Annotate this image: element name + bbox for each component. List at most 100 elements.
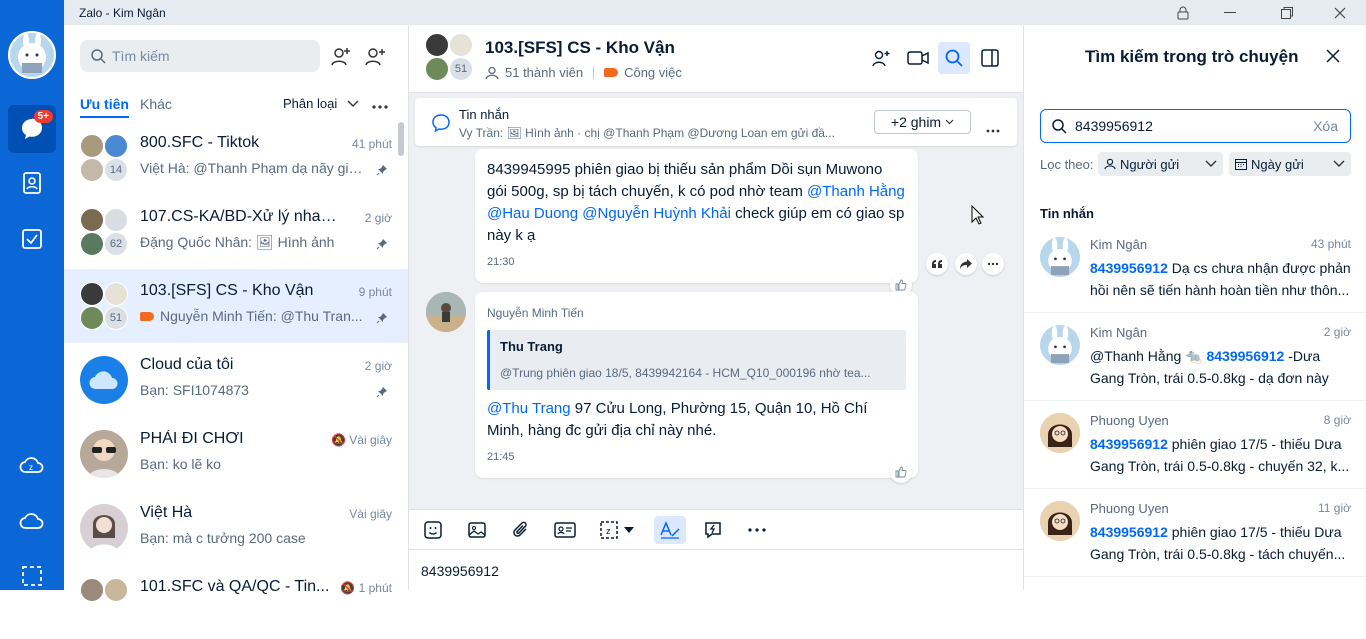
more-actions-button[interactable] xyxy=(982,253,1004,275)
mention-link[interactable]: @Thu Trang xyxy=(487,400,571,417)
nav-contacts[interactable] xyxy=(8,159,56,207)
more-pins-button[interactable]: +2 ghim xyxy=(874,110,971,134)
more-options-button[interactable] xyxy=(743,516,771,544)
tab-other[interactable]: Khác xyxy=(140,96,172,112)
nav-zcloud[interactable]: z xyxy=(8,441,56,489)
conversation-item-selected[interactable]: 51 103.[SFS] CS - Kho Vận 9 phút Nguyễn … xyxy=(64,269,408,343)
search-query: 8439956912 xyxy=(1075,118,1153,134)
user-avatar[interactable] xyxy=(8,31,56,79)
close-icon[interactable] xyxy=(1322,0,1358,25)
mention-link[interactable]: @Hau Duong xyxy=(487,205,578,222)
add-user-icon xyxy=(872,50,890,67)
tab-priority[interactable]: Ưu tiên xyxy=(80,96,129,118)
lock-icon[interactable] xyxy=(1165,0,1201,25)
classify-dropdown[interactable]: Phân loại xyxy=(283,96,359,111)
search-input[interactable]: Tìm kiếm xyxy=(80,40,320,72)
quoted-message[interactable]: Thu Trang @Trung phiên giao 18/5, 843994… xyxy=(487,330,906,390)
conversation-time: 🔕 1 phút xyxy=(340,581,392,595)
conversation-name: Cloud của tôi xyxy=(140,356,234,373)
result-time: 2 giờ xyxy=(1323,325,1351,339)
conversation-name: 107.CS-KA/BD-Xử lý nhanh k... xyxy=(140,208,340,225)
result-highlight: 8439956912 xyxy=(1206,348,1285,364)
conversation-item[interactable]: PHẢI ĐI CHƠI 🔕 Vài giây Bạn: ko lẽ ko xyxy=(64,417,408,491)
contact-card-button[interactable] xyxy=(551,516,579,544)
maximize-icon[interactable] xyxy=(1269,0,1305,25)
more-options-icon[interactable] xyxy=(372,96,388,112)
label-text[interactable]: Công việc xyxy=(624,65,682,80)
nav-todo[interactable] xyxy=(8,215,56,263)
member-count-text[interactable]: 51 thành viên xyxy=(505,65,583,80)
mention-link[interactable]: @Nguyễn Huỳnh Khải xyxy=(582,205,731,222)
result-highlight: 8439956912 xyxy=(1090,260,1168,276)
filter-label: Lọc theo: xyxy=(1040,157,1094,172)
format-text-button[interactable] xyxy=(654,516,686,544)
result-sender: Phuong Uyen xyxy=(1090,501,1169,516)
attach-button[interactable] xyxy=(507,516,535,544)
create-group-icon[interactable] xyxy=(365,45,389,69)
chevron-down-icon xyxy=(624,527,634,533)
clear-search-button[interactable]: Xóa xyxy=(1313,118,1338,134)
image-button[interactable] xyxy=(463,516,491,544)
member-count: 14 xyxy=(104,158,128,182)
search-result-item[interactable]: Kim Ngân 2 giờ @Thanh Hằng 🐀 8439956912 … xyxy=(1024,313,1366,401)
conversation-preview: Nguyễn Minh Tiến: @Thu Tran... xyxy=(140,308,370,324)
result-sender: Phuong Uyen xyxy=(1090,413,1169,428)
group-avatar[interactable]: 51 xyxy=(425,33,473,81)
filter-date-dropdown[interactable]: Ngày gửi xyxy=(1229,152,1351,176)
sticker-button[interactable] xyxy=(419,516,447,544)
screenshot-button[interactable]: z xyxy=(595,516,639,544)
classify-label: Phân loại xyxy=(283,96,338,111)
search-result-item[interactable]: Phuong Uyen 11 giờ 8439956912 phiên giao… xyxy=(1024,489,1366,577)
chat-title[interactable]: 103.[SFS] CS - Kho Vận xyxy=(485,38,675,58)
conversation-time: 2 giờ xyxy=(364,211,392,225)
search-input[interactable]: 8439956912 Xóa xyxy=(1040,109,1351,143)
conversation-item[interactable]: Cloud của tôi 2 giờ Bạn: SFI1074873 xyxy=(64,343,408,417)
results-section-title: Tin nhắn xyxy=(1040,206,1094,221)
nav-messages[interactable]: 5+ xyxy=(8,105,56,153)
mention-link[interactable]: @Thanh Hằng xyxy=(807,183,905,200)
toggle-info-button[interactable] xyxy=(974,42,1006,74)
mute-icon: 🔕 xyxy=(331,433,350,447)
contact-card-icon xyxy=(554,522,576,538)
sender-avatar[interactable] xyxy=(426,292,466,332)
minimize-icon[interactable] xyxy=(1212,0,1248,25)
conversation-tabs: Ưu tiên Khác Phân loại xyxy=(80,96,393,118)
avatar xyxy=(80,504,128,552)
filter-sender-dropdown[interactable]: Người gửi xyxy=(1098,152,1223,176)
close-icon[interactable] xyxy=(1326,49,1340,66)
user-icon xyxy=(1104,158,1116,170)
sender-name: Nguyễn Minh Tiến xyxy=(487,306,584,320)
search-result-item[interactable]: Phuong Uyen 8 giờ 8439956912 phiên giao … xyxy=(1024,401,1366,489)
scrollbar[interactable] xyxy=(398,122,404,156)
message-bubble[interactable]: 8439945995 phiên giao bị thiếu sản phẩm … xyxy=(475,149,918,283)
forward-button[interactable] xyxy=(955,253,977,275)
add-friend-icon[interactable] xyxy=(330,45,354,69)
more-options-icon[interactable] xyxy=(986,120,1000,136)
pinned-message-bar[interactable]: Tin nhắn Vy Trần: 🖼 Hình ảnh · chị @Than… xyxy=(415,98,1017,146)
screenshot-icon xyxy=(22,566,42,586)
video-call-button[interactable] xyxy=(902,42,934,74)
like-reaction-button[interactable] xyxy=(890,461,912,483)
nav-screenshot[interactable] xyxy=(8,552,56,600)
conversation-item[interactable]: 14 800.SFC - Tiktok 41 phút Việt Hà: @Th… xyxy=(64,121,408,195)
search-icon xyxy=(945,49,963,67)
message-bubble[interactable]: Nguyễn Minh Tiến Thu Trang @Trung phiên … xyxy=(475,292,918,478)
add-member-button[interactable] xyxy=(865,42,897,74)
quote-button[interactable] xyxy=(926,253,948,275)
result-time: 43 phút xyxy=(1310,237,1351,251)
search-chat-button[interactable] xyxy=(938,42,970,74)
conversation-preview: Đặng Quốc Nhân: 🖼 Hình ảnh xyxy=(140,234,335,250)
zcloud-icon: z xyxy=(19,457,44,473)
svg-text:z: z xyxy=(29,463,33,472)
conversation-item[interactable]: Việt Hà Vài giây Bạn: mà c tưởng 200 cas… xyxy=(64,491,408,565)
quick-message-button[interactable] xyxy=(699,516,727,544)
video-icon xyxy=(907,51,929,65)
message-input[interactable]: 8439956912 xyxy=(421,563,499,579)
conversation-item[interactable]: 62 107.CS-KA/BD-Xử lý nhanh k... 2 giờ Đ… xyxy=(64,195,408,269)
conversation-name: PHẢI ĐI CHƠI xyxy=(140,430,244,447)
nav-cloud[interactable] xyxy=(8,497,56,545)
result-sender: Kim Ngân xyxy=(1090,237,1148,252)
conversation-item[interactable]: 101.SFC và QA/QC - Tin... 🔕 1 phút xyxy=(64,565,408,639)
search-result-item[interactable]: Kim Ngân 43 phút 8439956912 Dạ cs chưa n… xyxy=(1024,225,1366,313)
conversation-name: 103.[SFS] CS - Kho Vận xyxy=(140,282,314,299)
